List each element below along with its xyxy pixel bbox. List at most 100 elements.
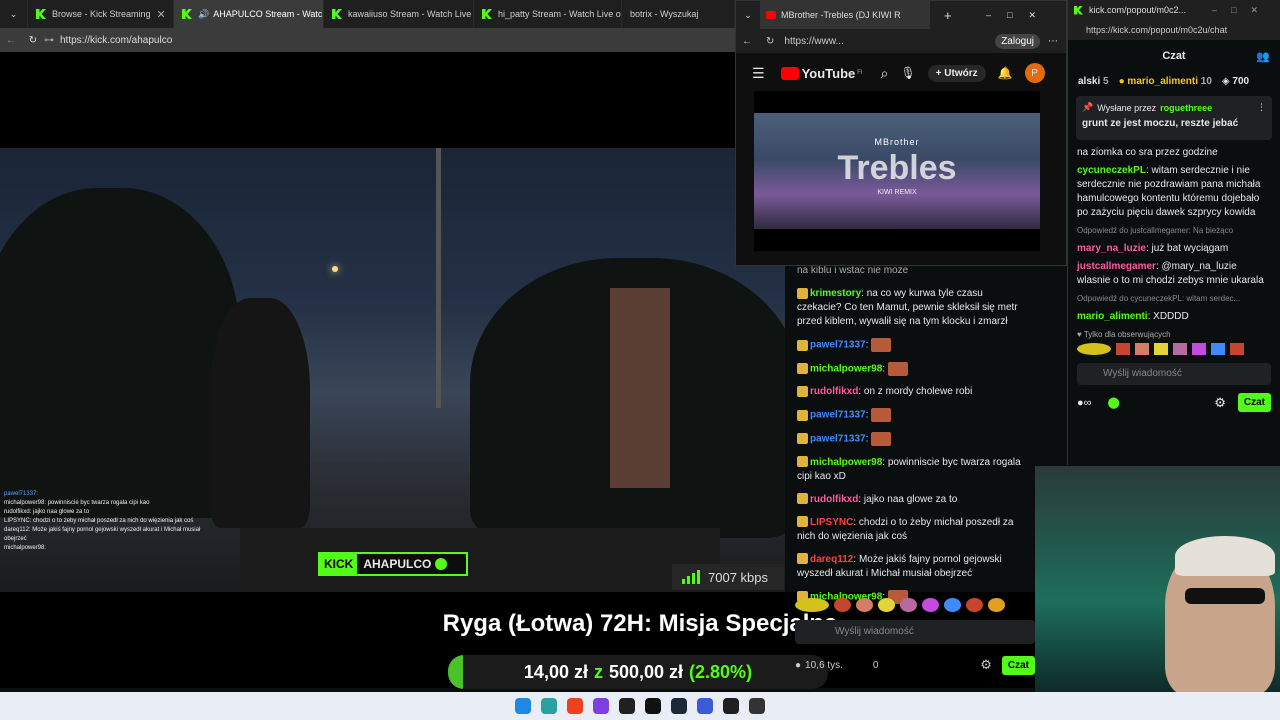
emote-icon[interactable] bbox=[1211, 343, 1225, 355]
chat-username[interactable]: mario_alimenti bbox=[1077, 311, 1148, 322]
tab-hi-patty[interactable]: hi_patty Stream - Watch Live o✕ bbox=[474, 0, 622, 28]
back-icon[interactable]: ← bbox=[0, 35, 22, 46]
chat-input[interactable]: Wyślij wiadomość bbox=[795, 620, 1035, 644]
emote-icon[interactable] bbox=[1077, 343, 1111, 355]
app-icon[interactable] bbox=[723, 698, 739, 714]
emote-icon[interactable] bbox=[1230, 343, 1244, 355]
emote-icon[interactable] bbox=[966, 598, 983, 612]
emote-icon[interactable] bbox=[834, 598, 851, 612]
users-icon[interactable]: 👥 bbox=[1256, 50, 1270, 63]
gear-icon[interactable]: ⚙ bbox=[1214, 395, 1226, 411]
chat-username[interactable]: cycuneczekPL bbox=[1077, 165, 1146, 176]
tab-kawaiiuso[interactable]: kawaiiuso Stream - Watch Live✕ bbox=[324, 0, 474, 28]
youtube-url[interactable]: https://www... bbox=[784, 36, 843, 47]
tab-botrix[interactable]: botrix - Wyszukaj bbox=[622, 0, 735, 28]
taskbar bbox=[0, 692, 1280, 720]
badge-icon bbox=[797, 386, 808, 398]
tab-browse[interactable]: Browse - Kick Streaming ✕ bbox=[28, 0, 174, 28]
kick-icon bbox=[482, 9, 492, 19]
chat-message: rudolfikxd: jajko naa glowe za to bbox=[797, 493, 1023, 507]
back-icon[interactable]: ← bbox=[742, 36, 752, 47]
bell-icon[interactable]: 🔔 bbox=[998, 66, 1013, 80]
app-icon[interactable] bbox=[593, 698, 609, 714]
youtube-logo[interactable]: YouTube bbox=[802, 66, 856, 81]
kick-icon[interactable]: ⬤ bbox=[1108, 396, 1120, 409]
chat-username[interactable]: pawel71337 bbox=[810, 434, 866, 445]
youtube-video-player[interactable]: MBrother Trebles KIWI REMIX bbox=[754, 91, 1040, 251]
popout-chat-input[interactable]: Wyślij wiadomość bbox=[1077, 363, 1271, 385]
app-icon[interactable] bbox=[749, 698, 765, 714]
youtube-tab[interactable]: MBrother -Trebles (DJ KIWI R bbox=[760, 1, 930, 29]
popout-chat-message: cycuneczekPL: witam serdecznie i nie ser… bbox=[1077, 165, 1261, 218]
followers-only-notice: ♥ Tylko dla obserwujących bbox=[1077, 330, 1171, 339]
emote-icon bbox=[887, 361, 908, 376]
menu-icon[interactable]: ☰ bbox=[752, 65, 765, 82]
reply-context: Odpowiedź do justcallmegamer: Na bieżąco bbox=[1077, 226, 1234, 235]
emote-icon[interactable] bbox=[922, 598, 939, 612]
chat-username[interactable]: justcallmegamer bbox=[1077, 261, 1156, 272]
bitrate-value: 7007 kbps bbox=[708, 569, 768, 585]
gear-icon[interactable]: ⚙ bbox=[980, 657, 992, 673]
chat-username[interactable]: rudolfikxd bbox=[810, 494, 858, 505]
badge-icon bbox=[797, 339, 808, 351]
epic-games-icon[interactable] bbox=[645, 698, 661, 714]
emote-icon[interactable] bbox=[1116, 343, 1130, 355]
chat-username[interactable]: dareq112 bbox=[810, 554, 853, 565]
tab-list-button[interactable]: ⌄ bbox=[0, 0, 28, 28]
more-icon[interactable]: ⋯ bbox=[1048, 36, 1058, 47]
chat-message: LIPSYNC: chodzi o to żeby michał poszedł… bbox=[797, 516, 1014, 542]
popout-tab-bar: kick.com/popout/m0c2... –□✕ bbox=[1068, 0, 1280, 20]
emote-icon[interactable] bbox=[900, 598, 917, 612]
emote-icon[interactable] bbox=[795, 598, 829, 612]
emote-icon[interactable] bbox=[1154, 343, 1168, 355]
chat-username[interactable]: rudolfikxd bbox=[810, 386, 858, 397]
reload-icon[interactable]: ↻ bbox=[22, 35, 44, 46]
close-icon[interactable]: ✕ bbox=[151, 8, 166, 21]
window-controls[interactable]: –□✕ bbox=[986, 10, 1052, 21]
search-icon[interactable]: ⌕ bbox=[881, 65, 889, 82]
login-button[interactable]: Zaloguj bbox=[995, 33, 1040, 49]
url-text[interactable]: https://kick.com/ahapulco bbox=[60, 35, 172, 46]
emote-icon[interactable] bbox=[1173, 343, 1187, 355]
video-subtitle: KIWI REMIX bbox=[877, 189, 917, 196]
popout-url[interactable]: https://kick.com/popout/m0c2u/chat bbox=[1068, 20, 1280, 40]
youtube-logo-icon[interactable] bbox=[780, 66, 799, 80]
windows-start-icon[interactable] bbox=[515, 698, 531, 714]
badge-icon bbox=[797, 456, 808, 468]
chat-username[interactable]: LIPSYNC bbox=[810, 517, 853, 528]
chat-text: XDDDD bbox=[1153, 311, 1189, 322]
steam-icon[interactable] bbox=[671, 698, 687, 714]
emote-icon[interactable] bbox=[1135, 343, 1149, 355]
chat-username[interactable]: pawel71337 bbox=[810, 340, 866, 351]
emote-icon[interactable] bbox=[1192, 343, 1206, 355]
emote-icon[interactable] bbox=[878, 598, 895, 612]
new-tab-icon[interactable]: + bbox=[944, 8, 952, 23]
chat-button[interactable]: Czat bbox=[1001, 655, 1035, 675]
youtube-address-bar: ← ↻ https://www... Zaloguj ⋯ bbox=[736, 29, 1066, 53]
chat-username[interactable]: krimestory bbox=[810, 288, 861, 299]
more-icon[interactable]: ⋮ bbox=[1257, 102, 1266, 113]
kick-icon bbox=[1074, 5, 1083, 15]
chat-username[interactable]: michalpower98 bbox=[810, 363, 882, 374]
emote-icon[interactable] bbox=[988, 598, 1005, 612]
app-icon[interactable] bbox=[619, 698, 635, 714]
chevron-down-icon[interactable]: ⌄ bbox=[736, 10, 760, 21]
emote-icon[interactable] bbox=[944, 598, 961, 612]
create-button[interactable]: + Utwórz bbox=[927, 64, 986, 82]
tab-ahapulco[interactable]: 🔊AHAPULCO Stream - Watch✕ bbox=[174, 0, 324, 28]
app-icon[interactable] bbox=[697, 698, 713, 714]
chat-username[interactable]: michalpower98 bbox=[810, 457, 882, 468]
mic-icon[interactable]: 🎙 bbox=[900, 66, 915, 80]
points-count: 0 bbox=[872, 659, 879, 671]
avatar[interactable]: P bbox=[1024, 63, 1045, 83]
edge-icon[interactable] bbox=[541, 698, 557, 714]
brave-icon[interactable] bbox=[567, 698, 583, 714]
chat-username[interactable]: mary_na_luzie bbox=[1077, 243, 1146, 254]
emote-icon[interactable] bbox=[856, 598, 873, 612]
webcam-overlay bbox=[1035, 466, 1280, 692]
chat-button[interactable]: Czat bbox=[1237, 393, 1271, 412]
reload-icon[interactable]: ↻ bbox=[766, 36, 774, 47]
site-info-icon[interactable]: ⊶ bbox=[44, 35, 60, 46]
window-controls[interactable]: –□✕ bbox=[1212, 5, 1272, 16]
chat-username[interactable]: pawel71337 bbox=[810, 410, 866, 421]
